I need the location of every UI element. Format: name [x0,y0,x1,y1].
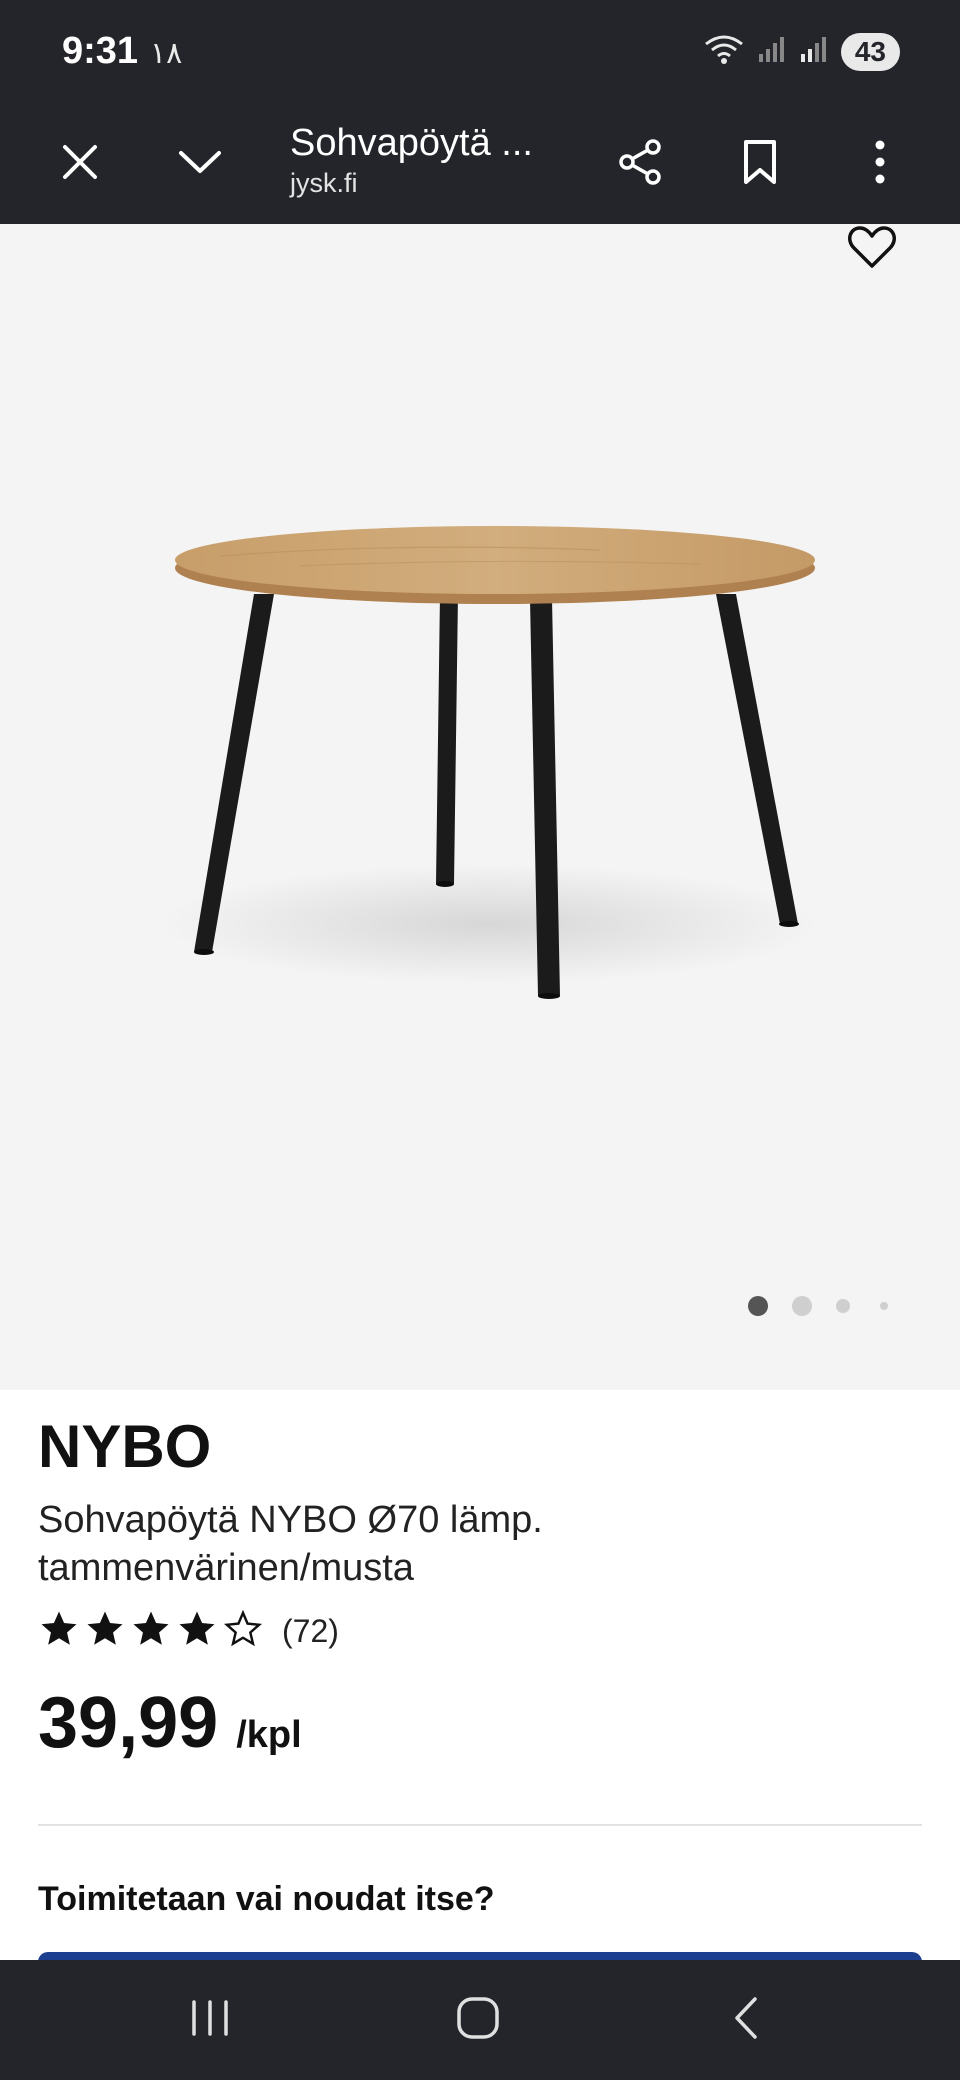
recent-apps-button[interactable] [160,1980,260,2060]
star-filled-icon [84,1608,126,1655]
gallery-dot-3[interactable] [836,1299,850,1313]
system-navigation-bar [0,1960,960,2080]
delivery-question: Toimitetaan vai noudat itse? [38,1880,495,1918]
chevron-down-icon [177,147,223,182]
star-filled-icon [38,1608,80,1655]
back-icon [729,1995,763,2046]
page-domain: jysk.fi [290,168,358,198]
browser-toolbar: Sohvapöytä ... jysk.fi [0,104,960,224]
gallery-dot-4[interactable] [880,1302,888,1310]
bookmark-icon [740,138,780,191]
product-price: 39,99 [38,1683,219,1763]
product-image [160,526,820,999]
minimize-button[interactable] [162,126,238,202]
more-vert-icon [872,139,888,190]
signal-roaming-icon [799,34,829,69]
gallery-dot-1[interactable] [748,1296,768,1316]
close-icon [60,142,100,187]
star-filled-icon [130,1608,172,1655]
price-row: 39,99 /kpl [38,1682,302,1764]
share-button[interactable] [602,126,678,202]
home-button[interactable] [428,1980,528,2060]
product-image-gallery[interactable] [0,224,960,1390]
review-count[interactable]: (72) [282,1613,339,1650]
bookmark-button[interactable] [722,126,798,202]
gallery-pagination [748,1296,888,1316]
battery-indicator: 43 [840,32,900,71]
divider [38,1824,922,1826]
product-description: Sohvapöytä NYBO Ø70 lämp. tammenvärinen/… [38,1499,543,1589]
wifi-icon [703,32,745,71]
share-icon [615,137,665,192]
status-bar: 9:31 ١٨ 43 [0,0,960,104]
home-icon [454,1994,502,2047]
product-name: NYBO [38,1413,212,1480]
status-icons: 43 [703,32,900,71]
close-tab-button[interactable] [42,126,118,202]
page-title: Sohvapöytä ... [290,122,533,164]
product-rating[interactable]: (72) [38,1608,339,1655]
signal-icon [757,34,787,69]
back-button[interactable] [696,1980,796,2060]
star-filled-icon [176,1608,218,1655]
price-unit: /kpl [236,1714,302,1756]
star-empty-icon [222,1608,264,1655]
more-options-button[interactable] [842,126,918,202]
gallery-dot-2[interactable] [792,1296,812,1316]
status-extra-indicator: ١٨ [150,37,183,70]
status-time: 9:31 [62,30,139,72]
recent-apps-icon [188,1998,232,2043]
